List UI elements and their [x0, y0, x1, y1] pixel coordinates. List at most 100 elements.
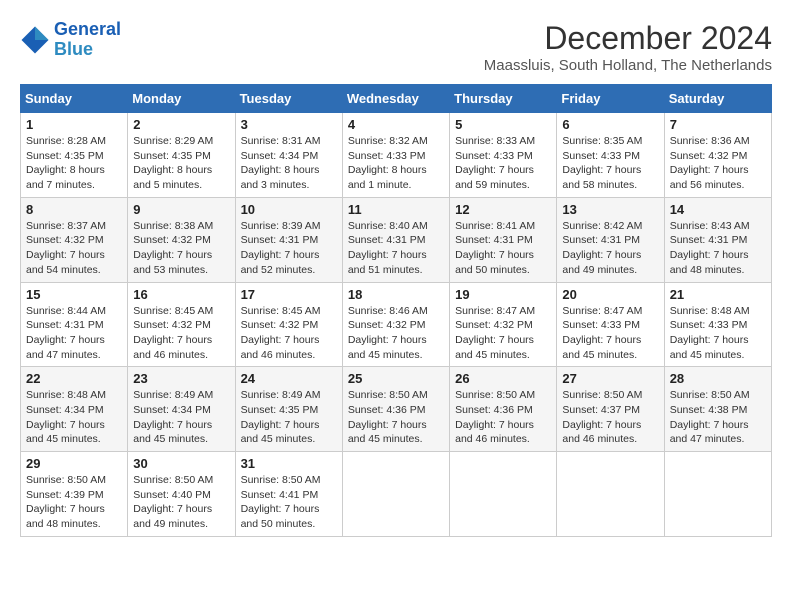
day-info: Sunrise: 8:50 AM Sunset: 4:41 PM Dayligh… [241, 473, 337, 532]
calendar-cell: 10 Sunrise: 8:39 AM Sunset: 4:31 PM Dayli… [235, 197, 342, 282]
logo-icon [20, 25, 50, 55]
day-info: Sunrise: 8:49 AM Sunset: 4:35 PM Dayligh… [241, 388, 337, 447]
calendar-cell: 28 Sunrise: 8:50 AM Sunset: 4:38 PM Dayli… [664, 367, 771, 452]
day-info: Sunrise: 8:50 AM Sunset: 4:38 PM Dayligh… [670, 388, 766, 447]
calendar-cell: 29 Sunrise: 8:50 AM Sunset: 4:39 PM Dayli… [21, 452, 128, 537]
day-info: Sunrise: 8:35 AM Sunset: 4:33 PM Dayligh… [562, 134, 658, 193]
day-info: Sunrise: 8:45 AM Sunset: 4:32 PM Dayligh… [133, 304, 229, 363]
calendar-cell: 13 Sunrise: 8:42 AM Sunset: 4:31 PM Dayli… [557, 197, 664, 282]
calendar-cell: 12Sunrise: 8:41 AM Sunset: 4:31 PM Dayli… [450, 197, 557, 282]
day-info: Sunrise: 8:29 AM Sunset: 4:35 PM Dayligh… [133, 134, 229, 193]
day-number: 9 [133, 202, 229, 217]
day-info: Sunrise: 8:45 AM Sunset: 4:32 PM Dayligh… [241, 304, 337, 363]
day-number: 31 [241, 456, 337, 471]
day-info: Sunrise: 8:46 AM Sunset: 4:32 PM Dayligh… [348, 304, 444, 363]
day-info: Sunrise: 8:48 AM Sunset: 4:34 PM Dayligh… [26, 388, 122, 447]
day-number: 13 [562, 202, 658, 217]
day-number: 1 [26, 117, 122, 132]
day-number: 30 [133, 456, 229, 471]
day-number: 21 [670, 287, 766, 302]
calendar-week-3: 15 Sunrise: 8:44 AM Sunset: 4:31 PM Dayli… [21, 282, 772, 367]
day-number: 18 [348, 287, 444, 302]
day-info: Sunrise: 8:48 AM Sunset: 4:33 PM Dayligh… [670, 304, 766, 363]
day-info: Sunrise: 8:32 AM Sunset: 4:33 PM Dayligh… [348, 134, 444, 193]
calendar-cell: 19Sunrise: 8:47 AM Sunset: 4:32 PM Dayli… [450, 282, 557, 367]
day-info: Sunrise: 8:39 AM Sunset: 4:31 PM Dayligh… [241, 219, 337, 278]
day-number: 5 [455, 117, 551, 132]
day-number: 4 [348, 117, 444, 132]
calendar-cell: 20Sunrise: 8:47 AM Sunset: 4:33 PM Dayli… [557, 282, 664, 367]
day-number: 17 [241, 287, 337, 302]
day-number: 29 [26, 456, 122, 471]
day-number: 2 [133, 117, 229, 132]
day-info: Sunrise: 8:47 AM Sunset: 4:32 PM Dayligh… [455, 304, 551, 363]
weekday-header-tuesday: Tuesday [235, 85, 342, 113]
day-info: Sunrise: 8:50 AM Sunset: 4:39 PM Dayligh… [26, 473, 122, 532]
day-number: 16 [133, 287, 229, 302]
calendar-cell: 25Sunrise: 8:50 AM Sunset: 4:36 PM Dayli… [342, 367, 449, 452]
day-info: Sunrise: 8:50 AM Sunset: 4:37 PM Dayligh… [562, 388, 658, 447]
calendar-cell: 4 Sunrise: 8:32 AM Sunset: 4:33 PM Daylig… [342, 113, 449, 198]
calendar-cell: 22 Sunrise: 8:48 AM Sunset: 4:34 PM Dayli… [21, 367, 128, 452]
subtitle: Maassluis, South Holland, The Netherland… [484, 57, 772, 74]
calendar-cell: 14 Sunrise: 8:43 AM Sunset: 4:31 PM Dayli… [664, 197, 771, 282]
calendar-week-4: 22 Sunrise: 8:48 AM Sunset: 4:34 PM Dayli… [21, 367, 772, 452]
calendar-cell [557, 452, 664, 537]
calendar-cell: 17 Sunrise: 8:45 AM Sunset: 4:32 PM Dayli… [235, 282, 342, 367]
day-info: Sunrise: 8:42 AM Sunset: 4:31 PM Dayligh… [562, 219, 658, 278]
day-number: 10 [241, 202, 337, 217]
day-info: Sunrise: 8:36 AM Sunset: 4:32 PM Dayligh… [670, 134, 766, 193]
weekday-header-wednesday: Wednesday [342, 85, 449, 113]
calendar-cell: 15 Sunrise: 8:44 AM Sunset: 4:31 PM Dayli… [21, 282, 128, 367]
day-info: Sunrise: 8:49 AM Sunset: 4:34 PM Dayligh… [133, 388, 229, 447]
calendar-cell: 6 Sunrise: 8:35 AM Sunset: 4:33 PM Daylig… [557, 113, 664, 198]
weekday-header-thursday: Thursday [450, 85, 557, 113]
day-info: Sunrise: 8:50 AM Sunset: 4:40 PM Dayligh… [133, 473, 229, 532]
day-number: 24 [241, 371, 337, 386]
day-info: Sunrise: 8:40 AM Sunset: 4:31 PM Dayligh… [348, 219, 444, 278]
calendar-cell: 2 Sunrise: 8:29 AM Sunset: 4:35 PM Daylig… [128, 113, 235, 198]
calendar-week-2: 8Sunrise: 8:37 AM Sunset: 4:32 PM Daylig… [21, 197, 772, 282]
day-number: 11 [348, 202, 444, 217]
calendar-cell: 27 Sunrise: 8:50 AM Sunset: 4:37 PM Dayli… [557, 367, 664, 452]
day-info: Sunrise: 8:43 AM Sunset: 4:31 PM Dayligh… [670, 219, 766, 278]
day-info: Sunrise: 8:38 AM Sunset: 4:32 PM Dayligh… [133, 219, 229, 278]
day-number: 25 [348, 371, 444, 386]
weekday-header-friday: Friday [557, 85, 664, 113]
day-number: 14 [670, 202, 766, 217]
calendar-cell: 26Sunrise: 8:50 AM Sunset: 4:36 PM Dayli… [450, 367, 557, 452]
day-number: 27 [562, 371, 658, 386]
calendar-table: SundayMondayTuesdayWednesdayThursdayFrid… [20, 84, 772, 537]
day-number: 28 [670, 371, 766, 386]
calendar-cell: 8Sunrise: 8:37 AM Sunset: 4:32 PM Daylig… [21, 197, 128, 282]
logo-text: General Blue [54, 20, 121, 60]
calendar-cell: 23 Sunrise: 8:49 AM Sunset: 4:34 PM Dayli… [128, 367, 235, 452]
calendar-cell: 21 Sunrise: 8:48 AM Sunset: 4:33 PM Dayli… [664, 282, 771, 367]
day-info: Sunrise: 8:28 AM Sunset: 4:35 PM Dayligh… [26, 134, 122, 193]
weekday-header-monday: Monday [128, 85, 235, 113]
day-number: 22 [26, 371, 122, 386]
day-info: Sunrise: 8:50 AM Sunset: 4:36 PM Dayligh… [455, 388, 551, 447]
calendar-cell: 3Sunrise: 8:31 AM Sunset: 4:34 PM Daylig… [235, 113, 342, 198]
day-number: 15 [26, 287, 122, 302]
calendar-cell: 18 Sunrise: 8:46 AM Sunset: 4:32 PM Dayli… [342, 282, 449, 367]
calendar-cell: 7 Sunrise: 8:36 AM Sunset: 4:32 PM Daylig… [664, 113, 771, 198]
calendar-header-row: SundayMondayTuesdayWednesdayThursdayFrid… [21, 85, 772, 113]
day-number: 23 [133, 371, 229, 386]
calendar-cell: 9 Sunrise: 8:38 AM Sunset: 4:32 PM Daylig… [128, 197, 235, 282]
day-number: 3 [241, 117, 337, 132]
calendar-cell: 5Sunrise: 8:33 AM Sunset: 4:33 PM Daylig… [450, 113, 557, 198]
logo: General Blue [20, 20, 121, 60]
main-title: December 2024 [484, 20, 772, 57]
day-number: 12 [455, 202, 551, 217]
day-number: 7 [670, 117, 766, 132]
page-header: General Blue December 2024 Maassluis, So… [20, 20, 772, 74]
calendar-cell [450, 452, 557, 537]
calendar-cell: 1 Sunrise: 8:28 AM Sunset: 4:35 PM Daylig… [21, 113, 128, 198]
day-info: Sunrise: 8:44 AM Sunset: 4:31 PM Dayligh… [26, 304, 122, 363]
day-number: 6 [562, 117, 658, 132]
calendar-week-5: 29 Sunrise: 8:50 AM Sunset: 4:39 PM Dayli… [21, 452, 772, 537]
calendar-cell: 24 Sunrise: 8:49 AM Sunset: 4:35 PM Dayli… [235, 367, 342, 452]
calendar-cell: 30 Sunrise: 8:50 AM Sunset: 4:40 PM Dayli… [128, 452, 235, 537]
calendar-cell: 11 Sunrise: 8:40 AM Sunset: 4:31 PM Dayli… [342, 197, 449, 282]
